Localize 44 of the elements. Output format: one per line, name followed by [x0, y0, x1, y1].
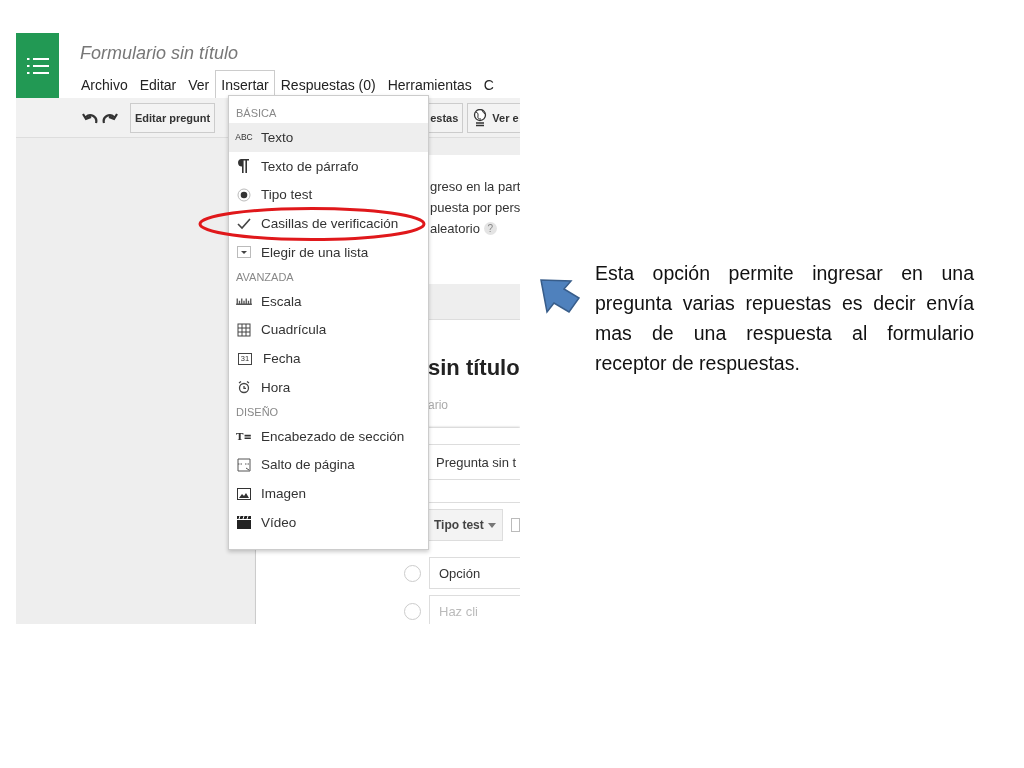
edit-questions-button[interactable]: Editar pregunt [130, 102, 216, 133]
option-field[interactable]: Opción [429, 557, 520, 589]
radio-icon [235, 185, 253, 204]
menu-option[interactable]: Salto de página [229, 450, 428, 480]
menu-item[interactable]: C [477, 70, 500, 102]
menu-option[interactable]: Escala [229, 286, 428, 316]
menu-option[interactable]: ABC Texto [229, 123, 428, 152]
menu-section-header: DISEÑO [235, 404, 280, 420]
setting-text: greso en la part [430, 179, 520, 194]
pointer-arrow [539, 278, 581, 314]
question-type-dropdown[interactable]: Tipo test [427, 509, 503, 541]
menu-item[interactable]: Archivo [75, 70, 134, 102]
menu-item[interactable]: Ver [182, 70, 216, 102]
menu-section-header: BÁSICA [235, 106, 278, 121]
form-title[interactable]: sin título [428, 355, 520, 381]
redo-icon[interactable] [102, 111, 118, 124]
undo-icon[interactable] [82, 111, 98, 124]
list-icon [26, 56, 49, 75]
menu-option[interactable]: Cuadrícula [229, 315, 428, 345]
menu-option[interactable]: Elegir de una lista [229, 238, 428, 267]
view-form-button[interactable]: Ver e [467, 102, 520, 133]
menu-option[interactable]: Vídeo [229, 508, 428, 537]
globe-link-icon [472, 108, 489, 127]
setting-text: puesta por pers [430, 200, 520, 215]
clapperboard-icon [235, 513, 253, 532]
caret-icon [487, 522, 496, 528]
menu-option[interactable]: Tipo test [229, 180, 428, 210]
type-icon: ABC [235, 132, 253, 143]
type-icon: T≡ [235, 430, 253, 442]
menu-item[interactable]: Editar [133, 70, 183, 102]
checkbox[interactable] [510, 518, 520, 532]
menu-option[interactable]: Texto de párrafo [229, 151, 428, 181]
grid-icon [235, 320, 253, 339]
menu-option[interactable]: Imagen [229, 479, 428, 508]
document-title[interactable]: Formulario sin título [80, 43, 500, 64]
menu-option[interactable]: Hora [229, 373, 428, 402]
annotation-text: Esta opción permite ingresar en una pregunta varias repuestas es decir envía mas de una respuesta al formulario receptor de respuestas. [595, 261, 974, 376]
app-logo[interactable] [16, 33, 59, 98]
menu-option[interactable]: T≡ Encabezado de sección [229, 421, 428, 451]
menu-section-header: AVANZADA [235, 269, 295, 285]
menu-item[interactable]: Respuestas (0) [274, 70, 382, 102]
scale-icon [235, 297, 253, 305]
page-break-icon [235, 455, 253, 474]
setting-text: aleatorio ? [430, 221, 520, 236]
